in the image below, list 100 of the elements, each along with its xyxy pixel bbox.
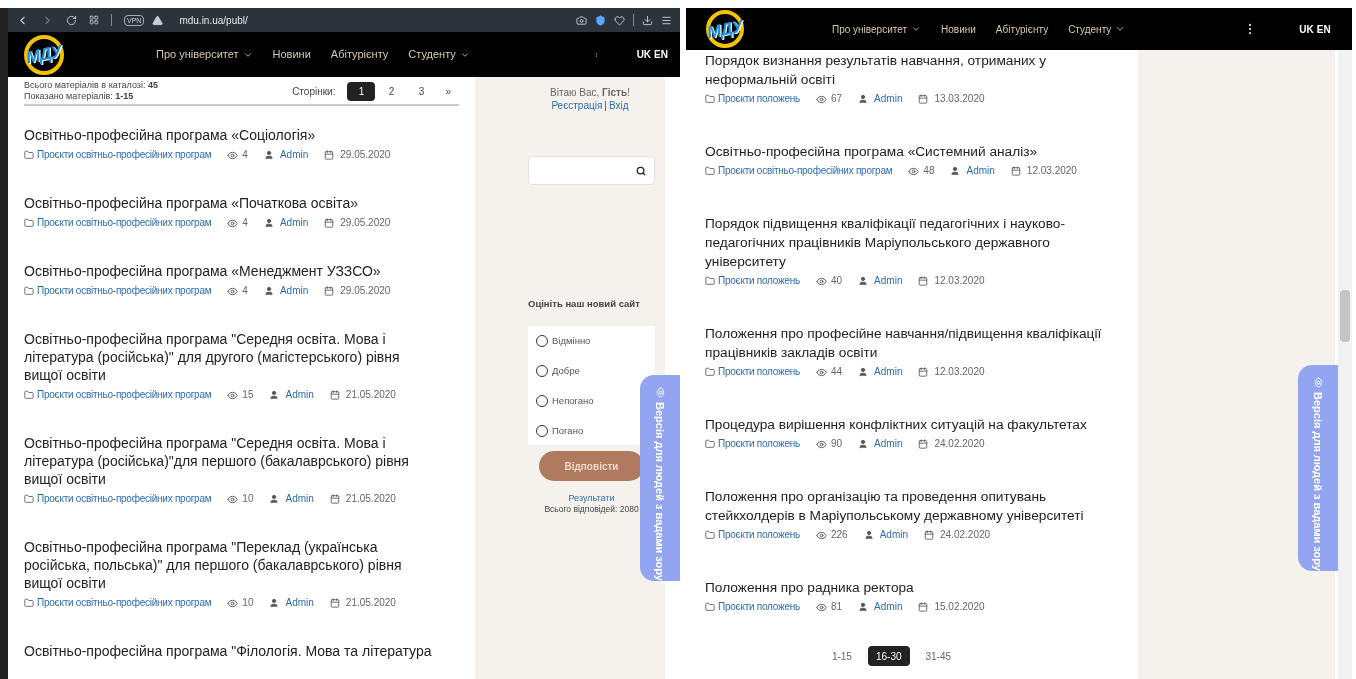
user-icon [858, 94, 869, 104]
user-icon [858, 439, 869, 449]
author-link[interactable]: Admin [879, 528, 909, 542]
author-link[interactable]: Admin [874, 437, 903, 451]
author-link[interactable]: Admin [285, 492, 314, 506]
radio-label[interactable]: Непогано [552, 394, 594, 408]
article-title[interactable]: Освітньо-професійна програма «Системний аналіз» [705, 142, 1123, 161]
poll-title: Оцініть наш новий сайт [528, 297, 641, 311]
language-link[interactable]: UK [636, 47, 652, 62]
page-link[interactable]: 3 [407, 81, 436, 101]
language-link[interactable]: EN [654, 47, 668, 62]
user-icon [863, 530, 874, 540]
reload-icon[interactable] [66, 14, 77, 26]
article-title[interactable]: Положення про професійне навчання/підвищення кваліфікації працівників закладів освіти [705, 324, 1123, 362]
results-link[interactable]: Результати [568, 492, 615, 505]
article-title[interactable]: Порядок підвищення кваліфікації педагогічних і науково-педагогічних працівників Маріупольського державного університету [705, 214, 1123, 271]
grid-icon[interactable] [89, 15, 99, 25]
article-title[interactable]: Освітньо-професійна програма "Філологія. Мова та література [24, 642, 439, 660]
article-title[interactable]: Порядок визнання результатів навчання, отриманих у неформальній освіті [705, 51, 1123, 89]
views-count: 67 [831, 92, 843, 106]
greeting-text: Вітаю Вас, Гість! [550, 86, 630, 99]
warning-icon [152, 14, 164, 26]
nav-link[interactable]: Новини [941, 21, 976, 37]
search-icon[interactable] [636, 165, 646, 176]
author-link[interactable]: Admin [966, 164, 995, 178]
article-title[interactable]: Освітньо-професійна програма «Початкова освіта» [24, 194, 439, 212]
views-count: 10 [242, 596, 254, 610]
author-link[interactable]: Admin [285, 388, 314, 402]
menu-icon[interactable] [661, 14, 672, 26]
article-title[interactable]: Освітньо-професійна програма "Середня освіта. Мова і література (російська)"для першого (бакалаврського) рівня вищої освіти [24, 434, 439, 488]
camera-icon[interactable] [576, 14, 587, 26]
article-title[interactable]: Освітньо-професійна програма «Соціологія» [24, 126, 439, 144]
page-link[interactable]: 2 [377, 81, 406, 101]
author-link[interactable]: Admin [874, 600, 903, 614]
calendar-icon [329, 390, 340, 400]
eye-icon [816, 601, 827, 613]
category-link[interactable]: Проєкти положень [718, 528, 800, 542]
author-link[interactable]: Admin [285, 596, 314, 610]
user-icon [263, 150, 274, 160]
category-link[interactable]: Проєкти освітньо-професійних програм [37, 216, 212, 230]
register-link[interactable]: Реєстрація [551, 99, 603, 112]
address-bar[interactable]: mdu.in.ua/publ/ [179, 12, 248, 28]
author-link[interactable]: Admin [874, 274, 903, 288]
category-link[interactable]: Проєкти освітньо-професійних програм [37, 148, 212, 162]
author-link[interactable]: Admin [279, 284, 309, 298]
user-icon [858, 276, 869, 286]
page-link[interactable]: 16-30 [867, 646, 910, 666]
radio-label[interactable]: Погано [552, 424, 584, 438]
views-count: 81 [831, 600, 843, 614]
folder-icon [24, 390, 34, 400]
author-link[interactable]: Admin [874, 365, 903, 379]
folder-icon [705, 530, 715, 540]
nav-link[interactable]: Студенту [408, 46, 470, 63]
heart-icon[interactable] [614, 14, 625, 26]
article-title[interactable]: Положення про організацію та проведення опитувань стейкхолдерів в Маріупольському державному університеті [705, 487, 1123, 525]
nav-link[interactable]: Про університет [156, 46, 253, 63]
download-icon[interactable] [642, 14, 653, 26]
page-link[interactable]: 31-45 [917, 646, 960, 666]
calendar-icon [918, 602, 929, 612]
next-page-link[interactable]: » [445, 83, 459, 99]
radio-label[interactable]: Добре [552, 364, 580, 378]
author-link[interactable]: Admin [279, 216, 309, 230]
user-icon [263, 286, 274, 296]
category-link[interactable]: Проєкти положень [718, 365, 800, 379]
scrollbar[interactable] [1338, 50, 1352, 679]
nav-link[interactable]: Студенту [1068, 21, 1126, 37]
category-link[interactable]: Проєкти освітньо-професійних програм [37, 596, 212, 610]
article-title[interactable]: Освітньо-професійна програма «Менеджмент УЗЗСО» [24, 262, 439, 280]
login-link[interactable]: Вхід [608, 99, 629, 112]
calendar-icon [918, 367, 929, 377]
category-link[interactable]: Проєкти положень [718, 600, 800, 614]
shield-icon[interactable] [595, 14, 606, 26]
nav-link[interactable]: Абітурієнту [330, 46, 389, 63]
category-link[interactable]: Проєкти освітньо-професійних програм [718, 164, 893, 178]
search-field[interactable] [528, 156, 655, 185]
language-link[interactable]: UK [1299, 21, 1314, 37]
category-link[interactable]: Проєкти положень [718, 92, 800, 106]
category-link[interactable]: Проєкти освітньо-професійних програм [37, 492, 212, 506]
article-title[interactable]: Освітньо-професійна програма "Середня освіта. Мова і література (російська)" для другого (магістерського) рівня вищої освіти [24, 330, 439, 384]
catalog-shown: Показано матеріалів: 1-15 [24, 91, 135, 102]
page-link[interactable]: 1-15 [823, 646, 860, 666]
calendar-icon [324, 286, 335, 296]
article-title[interactable]: Положення про радника ректора [705, 578, 1123, 597]
category-link[interactable]: Проєкти положень [718, 274, 800, 288]
nav-link[interactable]: Про університет [832, 21, 922, 37]
calendar-icon [329, 494, 340, 504]
page-link[interactable]: 1 [347, 81, 376, 101]
nav-link[interactable]: Новини [272, 46, 311, 63]
article-title[interactable]: Процедура вирішення конфліктних ситуацій на факультетах [705, 415, 1123, 434]
radio-label[interactable]: Відмінно [552, 334, 591, 348]
category-link[interactable]: Проєкти положень [718, 437, 800, 451]
language-link[interactable]: EN [1316, 21, 1331, 37]
nav-link[interactable]: Абітурієнту [995, 21, 1049, 37]
article-title[interactable]: Освітньо-професійна програма "Переклад (українська російська, польська)" для першого (бакалаврського) рівня вищої освіти [24, 538, 439, 592]
views-count: 4 [242, 148, 248, 162]
category-link[interactable]: Проєкти освітньо-професійних програм [37, 284, 212, 298]
separator: | [604, 99, 607, 112]
author-link[interactable]: Admin [279, 148, 309, 162]
author-link[interactable]: Admin [874, 92, 903, 106]
category-link[interactable]: Проєкти освітньо-професійних програм [37, 388, 212, 402]
